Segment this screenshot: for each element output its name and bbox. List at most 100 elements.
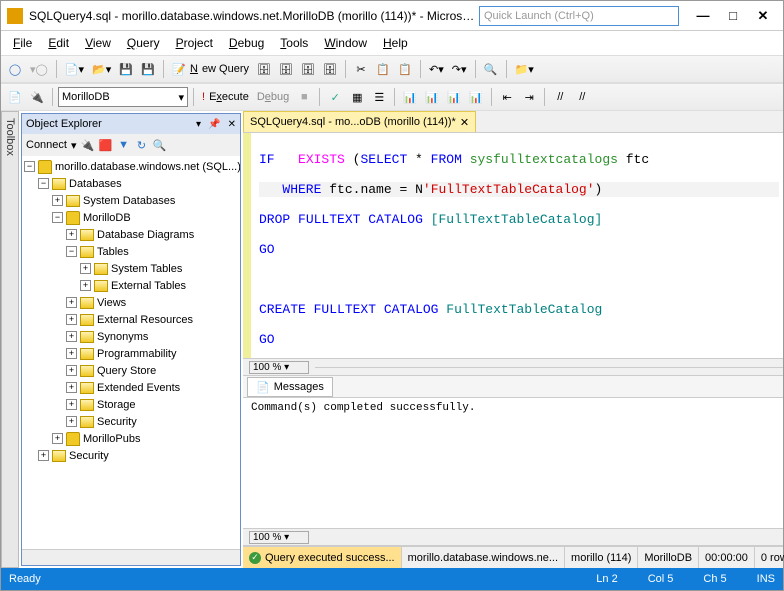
parse-button[interactable]: 📄 bbox=[5, 86, 25, 108]
plan3-button[interactable]: 📊 bbox=[444, 86, 464, 108]
menu-help[interactable]: Help bbox=[377, 34, 414, 52]
expander-icon[interactable]: − bbox=[24, 161, 35, 172]
save-all-button[interactable]: 💾 bbox=[138, 58, 158, 80]
tab-close-icon[interactable]: ✕ bbox=[460, 116, 469, 129]
comment-button[interactable]: // bbox=[550, 86, 570, 108]
open-button[interactable]: 📂▾ bbox=[89, 58, 114, 80]
zoom-selector-2[interactable]: 100 % ▾ bbox=[249, 531, 309, 544]
close-button[interactable]: ✕ bbox=[749, 5, 777, 27]
menu-debug[interactable]: Debug bbox=[223, 34, 270, 52]
tree-prog[interactable]: Programmability bbox=[97, 348, 176, 360]
quick-launch-input[interactable]: Quick Launch (Ctrl+Q) bbox=[479, 6, 679, 26]
tree-security2[interactable]: Security bbox=[69, 450, 109, 462]
tree-databases[interactable]: Databases bbox=[69, 178, 122, 190]
indent-button[interactable]: ⇥ bbox=[519, 86, 539, 108]
expander-icon[interactable]: + bbox=[52, 433, 63, 444]
tree-tables[interactable]: Tables bbox=[97, 246, 129, 258]
conn3-icon[interactable]: 🗄 bbox=[298, 58, 318, 80]
plan2-button[interactable]: 📊 bbox=[422, 86, 442, 108]
menu-file[interactable]: FFileile bbox=[7, 34, 38, 52]
expander-icon[interactable]: + bbox=[66, 399, 77, 410]
minimize-button[interactable]: — bbox=[689, 5, 717, 27]
menu-query[interactable]: Query bbox=[121, 34, 166, 52]
tree-exttables[interactable]: External Tables bbox=[111, 280, 186, 292]
tree-systables[interactable]: System Tables bbox=[111, 263, 182, 275]
outdent-button[interactable]: ⇤ bbox=[497, 86, 517, 108]
paste-button[interactable]: 📋 bbox=[395, 58, 415, 80]
expander-icon[interactable]: + bbox=[66, 229, 77, 240]
check-button[interactable]: ✓ bbox=[325, 86, 345, 108]
expander-icon[interactable]: + bbox=[66, 297, 77, 308]
expander-icon[interactable]: + bbox=[66, 382, 77, 393]
messages-tab[interactable]: 📄 Messages bbox=[247, 377, 333, 397]
menu-view[interactable]: View bbox=[79, 34, 117, 52]
expander-icon[interactable]: + bbox=[66, 365, 77, 376]
conn1-icon[interactable]: 🗄 bbox=[254, 58, 274, 80]
uncomment-button[interactable]: // bbox=[572, 86, 592, 108]
stop-button[interactable]: ■ bbox=[294, 86, 314, 108]
panel-close-icon[interactable]: ✕ bbox=[228, 119, 236, 130]
expander-icon[interactable]: + bbox=[52, 195, 63, 206]
plan4-button[interactable]: 📊 bbox=[466, 86, 486, 108]
undo-button[interactable]: ↶▾ bbox=[426, 58, 447, 80]
expander-icon[interactable]: − bbox=[38, 178, 49, 189]
database-selector[interactable]: MorilloDB ▾ bbox=[58, 87, 188, 107]
panel-pin-icon[interactable]: 📌 bbox=[208, 119, 220, 130]
expander-icon[interactable]: + bbox=[66, 348, 77, 359]
tree-synonyms[interactable]: Synonyms bbox=[97, 331, 148, 343]
disconnect-icon[interactable]: 🔌 bbox=[81, 138, 95, 152]
h-scrollbar[interactable] bbox=[22, 549, 240, 565]
tree-morillodb[interactable]: MorilloDB bbox=[83, 212, 131, 224]
messages-pane[interactable]: Command(s) completed successfully. bbox=[243, 398, 783, 528]
find-button[interactable]: 🔍 bbox=[481, 58, 501, 80]
tree-morillopubs[interactable]: MorilloPubs bbox=[83, 433, 140, 445]
expander-icon[interactable]: + bbox=[80, 263, 91, 274]
results-grid-button[interactable]: ▦ bbox=[347, 86, 367, 108]
results-text-button[interactable]: ☰ bbox=[369, 86, 389, 108]
expander-icon[interactable]: + bbox=[66, 331, 77, 342]
copy-button[interactable]: 📋 bbox=[373, 58, 393, 80]
expander-icon[interactable]: − bbox=[52, 212, 63, 223]
sql-editor[interactable]: IF EXISTS (SELECT * FROM sysfulltextcata… bbox=[243, 133, 783, 358]
conn4-icon[interactable]: 🗄 bbox=[320, 58, 340, 80]
search-icon[interactable]: 🔍 bbox=[153, 138, 167, 152]
connect-button[interactable]: Connect bbox=[26, 139, 67, 151]
redo-button[interactable]: ↷▾ bbox=[449, 58, 470, 80]
restore-button[interactable]: □ bbox=[719, 5, 747, 27]
toolbox-tab[interactable]: Toolbox bbox=[1, 111, 19, 568]
menu-window[interactable]: Window bbox=[318, 34, 373, 52]
forward-button[interactable]: ▾◯ bbox=[27, 58, 51, 80]
tree-extres[interactable]: External Resources bbox=[97, 314, 193, 326]
tree-server[interactable]: morillo.database.windows.net (SQL...) bbox=[55, 161, 240, 173]
tree-security[interactable]: Security bbox=[97, 416, 137, 428]
change-conn-button[interactable]: 🔌 bbox=[27, 86, 47, 108]
new-query-button[interactable]: 📝New Query bbox=[169, 58, 252, 80]
expander-icon[interactable]: − bbox=[66, 246, 77, 257]
conn2-icon[interactable]: 🗄 bbox=[276, 58, 296, 80]
menu-tools[interactable]: Tools bbox=[274, 34, 314, 52]
save-button[interactable]: 💾 bbox=[116, 58, 136, 80]
tree-views[interactable]: Views bbox=[97, 297, 126, 309]
new-button[interactable]: 📄▾ bbox=[62, 58, 87, 80]
execute-button[interactable]: ! Execute bbox=[199, 86, 252, 108]
expander-icon[interactable]: + bbox=[38, 450, 49, 461]
tree-extevents[interactable]: Extended Events bbox=[97, 382, 180, 394]
zoom-selector[interactable]: 100 % ▾ bbox=[249, 361, 309, 374]
tree-storage[interactable]: Storage bbox=[97, 399, 136, 411]
cut-button[interactable]: ✂ bbox=[351, 58, 371, 80]
menu-edit[interactable]: Edit bbox=[42, 34, 75, 52]
refresh-icon[interactable]: ↻ bbox=[135, 138, 149, 152]
expander-icon[interactable]: + bbox=[66, 416, 77, 427]
debug-button[interactable]: Debug bbox=[254, 86, 292, 108]
back-button[interactable]: ◯ bbox=[5, 58, 25, 80]
expander-icon[interactable]: + bbox=[66, 314, 77, 325]
filter-icon[interactable]: ▼ bbox=[117, 138, 131, 152]
tree-sysdbs[interactable]: System Databases bbox=[83, 195, 175, 207]
stop-icon[interactable]: 🟥 bbox=[99, 138, 113, 152]
tree-qstore[interactable]: Query Store bbox=[97, 365, 156, 377]
tab-sqlquery4[interactable]: SQLQuery4.sql - mo...oDB (morillo (114))… bbox=[243, 111, 476, 132]
sql-code[interactable]: IF EXISTS (SELECT * FROM sysfulltextcata… bbox=[243, 133, 783, 358]
object-tree[interactable]: −morillo.database.windows.net (SQL...) −… bbox=[22, 156, 240, 549]
panel-dropdown-icon[interactable]: ▾ bbox=[196, 119, 201, 130]
plan1-button[interactable]: 📊 bbox=[400, 86, 420, 108]
